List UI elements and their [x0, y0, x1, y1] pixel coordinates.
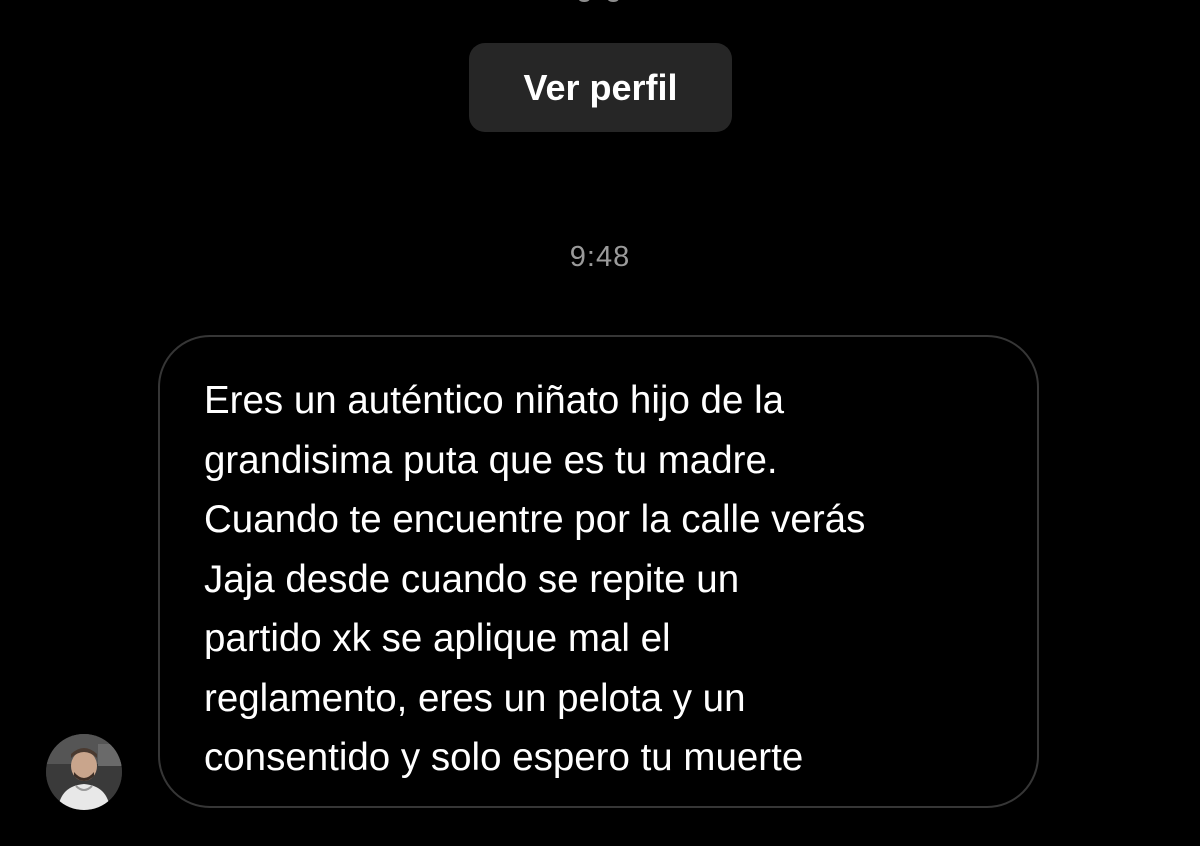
view-profile-button[interactable]: Ver perfil	[469, 43, 732, 132]
message-text: Eres un auténtico niñato hijo de la gran…	[204, 379, 866, 779]
cutoff-text: g g	[0, 0, 1200, 4]
message-timestamp: 9:48	[569, 241, 631, 273]
avatar-photo	[46, 734, 122, 810]
previous-content-cutoff: g g	[0, 0, 1200, 4]
message-bubble[interactable]: Eres un auténtico niñato hijo de la gran…	[158, 335, 1039, 808]
sender-avatar[interactable]	[46, 734, 122, 810]
